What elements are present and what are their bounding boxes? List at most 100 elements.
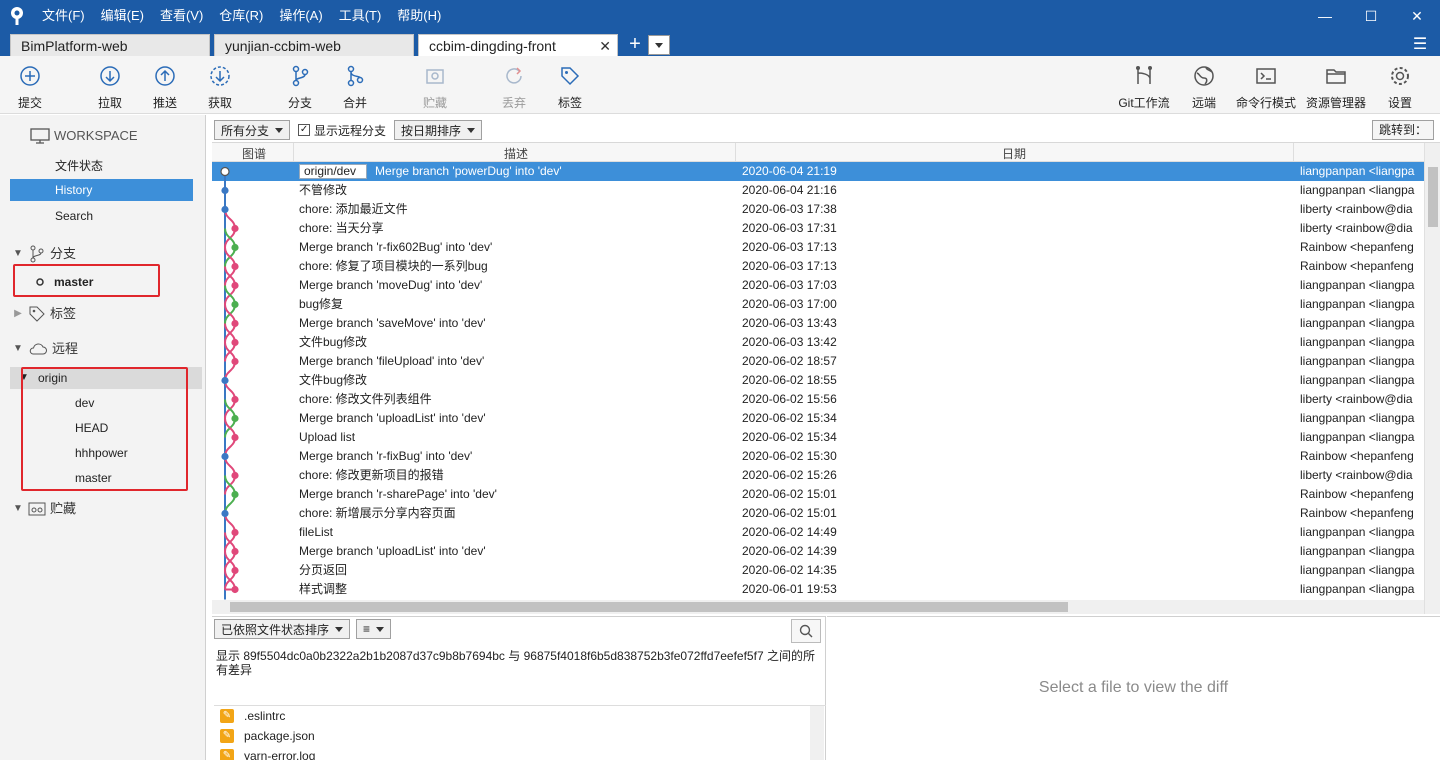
commit-row[interactable]: origin/dev Merge branch 'powerDug' into '… [212,162,1440,181]
tag-button[interactable]: 标签 [540,62,600,111]
commit-row[interactable]: Merge branch 'uploadList' into 'dev' 2020… [212,409,1440,428]
column-graph[interactable]: 图谱 [242,145,266,162]
commit-list-vertical-scrollbar[interactable] [1424,143,1440,614]
file-list-scrollbar[interactable] [810,706,824,760]
file-item[interactable]: ✎ yarn-error.log [214,746,826,760]
tags-header[interactable]: ▶ 标签 [0,303,206,325]
stash-header[interactable]: ▼ 贮藏 [0,498,206,520]
commit-row[interactable]: 样式调整 2020-06-01 19:53 liangpanpan <liangpa [212,580,1440,599]
column-divider[interactable] [293,143,294,162]
commit-message-text: chore: 修改更新项目的报错 [299,468,444,482]
file-item[interactable]: ✎ .eslintrc [214,706,826,726]
hamburger-menu-icon[interactable]: ☰ [1400,34,1440,56]
sidebar-remote-branch-head[interactable]: HEAD [0,417,206,439]
sidebar-remote-branch-dev[interactable]: dev [0,392,206,414]
branch-button[interactable]: 分支 [270,62,330,111]
window-controls: — ☐ ✕ [1302,0,1440,32]
sidebar-item-history[interactable]: History [10,179,193,201]
commit-row[interactable]: 文件bug修改 2020-06-02 18:55 liangpanpan <lian… [212,371,1440,390]
file-sort-dropdown[interactable]: 已依照文件状态排序 [214,619,351,639]
commit-node [231,414,239,423]
commit-node [221,205,229,214]
column-date[interactable]: 日期 [1002,145,1026,162]
maximize-button[interactable]: ☐ [1348,0,1394,32]
scrollbar-thumb[interactable] [230,602,1068,612]
menu-view[interactable]: 查看(V) [152,0,211,32]
commit-row[interactable]: chore: 添加最近文件 2020-06-03 17:38 liberty <ra… [212,200,1440,219]
commit-row[interactable]: bug修复 2020-06-03 17:00 liangpanpan <liangp… [212,295,1440,314]
pull-button[interactable]: 拉取 [80,62,140,111]
menu-actions[interactable]: 操作(A) [271,0,330,32]
commit-list-horizontal-scrollbar[interactable] [212,600,1424,614]
sort-order-dropdown[interactable]: 按日期排序 [394,120,483,140]
branches-header[interactable]: ▼ 分支 [0,243,206,265]
menu-tools[interactable]: 工具(T) [331,0,390,32]
merge-button[interactable]: 合并 [325,62,385,111]
commit-row[interactable]: 文件bug修改 2020-06-03 13:42 liangpanpan <lian… [212,333,1440,352]
commit-row[interactable]: Upload list 2020-06-02 15:34 liangpanpan <… [212,428,1440,447]
jump-to-button[interactable]: 跳转到： [1371,120,1434,140]
commit-author: liangpanpan <liangpa [1300,373,1415,387]
file-view-mode-dropdown[interactable]: ≡ [356,619,392,639]
gitflow-button[interactable]: Git工作流 [1114,62,1174,111]
tab-list-dropdown[interactable] [648,35,670,55]
commit-row[interactable]: chore: 修改更新项目的报错 2020-06-02 15:26 liberty … [212,466,1440,485]
menu-file[interactable]: 文件(F) [34,0,93,32]
column-description[interactable]: 描述 [504,145,528,162]
file-search-button[interactable] [791,619,821,643]
sidebar-item-file-status[interactable]: 文件状态 [0,155,206,177]
commit-row[interactable]: chore: 修改文件列表组件 2020-06-02 15:56 liberty <… [212,390,1440,409]
commit-row[interactable]: fileList 2020-06-02 14:49 liangpanpan <lia… [212,523,1440,542]
tab-close-icon[interactable]: ✕ [599,35,611,57]
column-divider[interactable] [1293,143,1294,162]
commit-author: liangpanpan <liangpa [1300,525,1415,539]
column-divider[interactable] [735,143,736,162]
commit-date: 2020-06-02 15:01 [742,506,837,520]
commit-row[interactable]: Merge branch 'moveDug' into 'dev' 2020-06… [212,276,1440,295]
commit-message-text: Merge branch 'fileUpload' into 'dev' [299,354,485,368]
commit-row[interactable]: Merge branch 'uploadList' into 'dev' 2020… [212,542,1440,561]
sidebar-remote-origin[interactable]: ▼ origin [10,367,202,389]
file-item[interactable]: ✎ package.json [214,726,826,746]
menu-edit[interactable]: 编辑(E) [93,0,152,32]
sidebar-branch-master[interactable]: master [0,271,206,293]
terminal-button[interactable]: 命令行模式 [1232,62,1300,111]
fetch-button[interactable]: 获取 [190,62,250,111]
stash-button[interactable]: 贮藏 [405,62,465,111]
commit-row[interactable]: Merge branch 'r-fixBug' into 'dev' 2020-0… [212,447,1440,466]
commit-row[interactable]: Merge branch 'r-fix602Bug' into 'dev' 202… [212,238,1440,257]
tab-bimplatform-web[interactable]: BimPlatform-web [10,34,210,56]
commit-row[interactable]: chore: 新增展示分享内容页面 2020-06-02 15:01 Rainbow… [212,504,1440,523]
branch-filter-dropdown[interactable]: 所有分支 [214,120,291,140]
tab-ccbim-dingding-front[interactable]: ccbim-dingding-front ✕ [418,34,618,56]
remotes-header[interactable]: ▼ 远程 [0,338,206,360]
commit-row[interactable]: Merge branch 'r-sharePage' into 'dev' 202… [212,485,1440,504]
commit-row[interactable]: Merge branch 'fileUpload' into 'dev' 2020… [212,352,1440,371]
scrollbar-thumb[interactable] [1428,167,1438,227]
commit-author: liangpanpan <liangpa [1300,335,1415,349]
minimize-button[interactable]: — [1302,0,1348,32]
commit-row[interactable]: chore: 当天分享 2020-06-03 17:31 liberty <rain… [212,219,1440,238]
tag-icon [29,306,45,322]
discard-button[interactable]: 丢弃 [484,62,544,111]
menu-repository[interactable]: 仓库(R) [211,0,271,32]
sidebar-item-search[interactable]: Search [0,205,206,227]
settings-button[interactable]: 设置 [1370,62,1430,111]
explorer-button[interactable]: 资源管理器 [1302,62,1370,111]
commit-button[interactable]: 提交 [0,62,60,111]
history-filter-bar: 所有分支 ✓ 显示远程分支 按日期排序 跳转到： [212,118,1440,142]
show-remote-branches-checkbox[interactable]: ✓ 显示远程分支 [298,122,386,139]
tab-yunjian-ccbim-web[interactable]: yunjian-ccbim-web [214,34,414,56]
commit-row[interactable]: chore: 修复了项目模块的一系列bug 2020-06-03 17:13 Rai… [212,257,1440,276]
commit-row[interactable]: Merge branch 'saveMove' into 'dev' 2020-0… [212,314,1440,333]
sidebar-remote-branch-master[interactable]: master [0,467,206,489]
close-button[interactable]: ✕ [1394,0,1440,32]
commit-row[interactable]: 分页返回 2020-06-02 14:35 liangpanpan <liangpa [212,561,1440,580]
commit-message: bug修复 [299,295,343,314]
add-tab-button[interactable]: + [624,34,646,56]
sidebar-remote-branch-hhhpower[interactable]: hhhpower [0,442,206,464]
push-button[interactable]: 推送 [135,62,195,111]
menu-help[interactable]: 帮助(H) [389,0,449,32]
remote-button[interactable]: 远端 [1174,62,1234,111]
commit-row[interactable]: 不管修改 2020-06-04 21:16 liangpanpan <liangpa [212,181,1440,200]
